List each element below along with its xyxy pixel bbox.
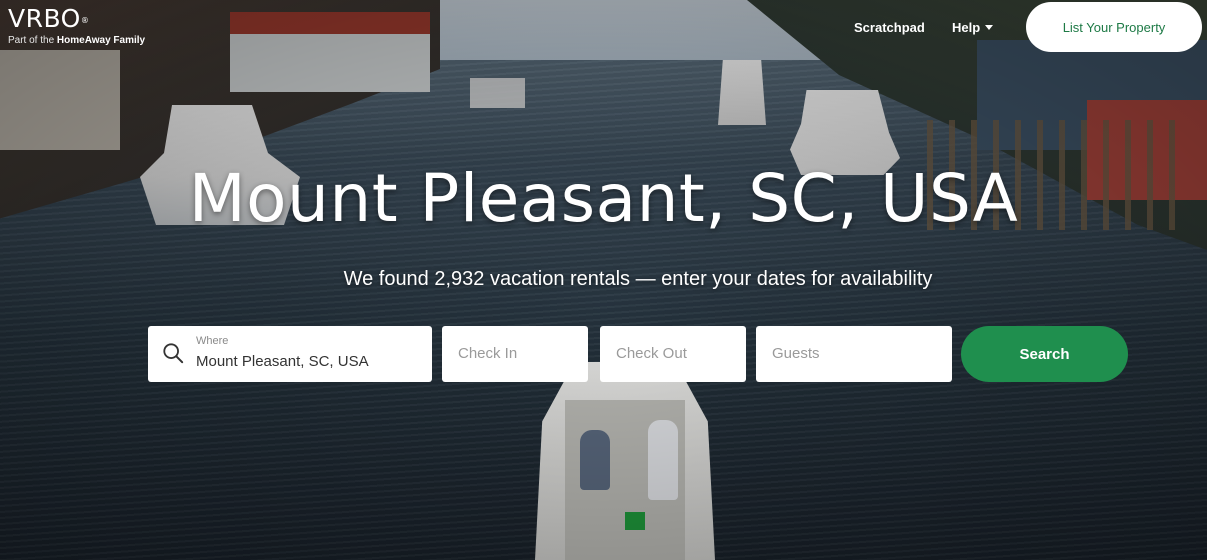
search-button[interactable]: Search [961,326,1128,382]
logo-tagline: Part of the HomeAway Family [8,35,145,46]
nav-help-menu[interactable]: Help [952,20,994,35]
tagline-prefix: Part of the [8,35,55,46]
check-out-placeholder: Check Out [616,345,687,362]
logo-text: VRBO [8,4,81,33]
where-field[interactable]: Where Mount Pleasant, SC, USA [148,326,432,382]
registered-mark: ® [80,16,90,25]
check-out-field[interactable]: Check Out [600,326,746,382]
results-summary: We found 2,932 vacation rentals — enter … [343,268,933,290]
nav-scratchpad-link[interactable]: Scratchpad [854,20,925,35]
logo-wordmark: VRBO® [8,5,145,33]
chevron-down-icon [985,25,994,31]
search-icon [163,343,184,364]
vrbo-logo[interactable]: VRBO® Part of the HomeAway Family [8,5,145,47]
list-your-property-button[interactable]: List Your Property [1026,2,1202,52]
check-in-placeholder: Check In [458,345,518,362]
tagline-brand: HomeAway Family [56,35,146,46]
guests-field[interactable]: Guests [756,326,952,382]
check-in-field[interactable]: Check In [442,326,588,382]
where-input[interactable]: Mount Pleasant, SC, USA [196,353,369,370]
guests-placeholder: Guests [772,345,820,362]
help-label: Help [952,20,981,35]
where-label: Where [196,335,229,347]
page-title: Mount Pleasant, SC, USA [188,160,1019,237]
